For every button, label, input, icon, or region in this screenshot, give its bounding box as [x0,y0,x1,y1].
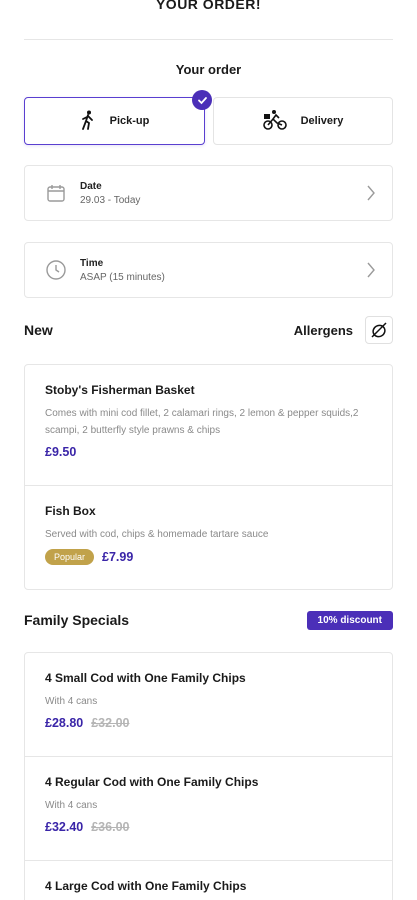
item-name: 4 Regular Cod with One Family Chips [45,775,259,789]
selected-check-icon [192,90,212,110]
chevron-right-icon [366,261,376,284]
item-description: Comes with mini cod fillet, 2 calamari r… [45,408,359,436]
popular-badge: Popular [45,549,95,565]
family-specials-header: Family Specials 10% discount [24,608,393,632]
chevron-right-icon [366,184,376,207]
new-items-card: Stoby's Fisherman Basket Comes with mini… [24,364,393,590]
date-label: Date [80,180,102,192]
menu-item[interactable]: Fish Box Served with cod, chips & homema… [25,486,392,589]
calendar-icon [45,182,67,204]
allergens-button[interactable] [365,316,393,344]
item-name: Fish Box [45,504,96,518]
item-old-price: £32.00 [91,716,130,730]
page-title: YOUR ORDER! [155,0,262,12]
item-price: £7.99 [102,550,134,564]
time-label: Time [80,257,104,269]
item-price: £9.50 [45,445,77,459]
discount-badge: 10% discount [306,610,393,630]
delivery-option[interactable]: Delivery [213,97,393,145]
new-section-title: New [24,322,53,338]
clock-icon [45,259,67,281]
pickup-option[interactable]: Pick-up [24,90,212,145]
family-specials-title: Family Specials [24,612,130,628]
item-name: 4 Small Cod with One Family Chips [45,671,246,685]
time-selector[interactable]: Time ASAP (15 minutes) [24,242,393,298]
header-divider [24,39,393,40]
item-old-price: £36.00 [91,820,130,834]
item-price: £32.40 [45,820,84,834]
item-name: 4 Large Cod with One Family Chips [45,879,247,893]
allergens-label: Allergens [293,322,353,338]
item-description: With 4 cans [45,800,98,811]
item-description: With 4 cans [45,696,98,707]
new-section-header: New Allergens [24,315,393,345]
item-description: Served with cod, chips & homemade tartar… [45,529,269,540]
menu-item[interactable]: 4 Large Cod with One Family Chips [25,861,392,900]
item-price: £28.80 [45,716,84,730]
time-value: ASAP (15 minutes) [80,271,165,283]
menu-item[interactable]: Stoby's Fisherman Basket Comes with mini… [25,365,392,486]
allergen-icon [371,322,387,338]
pickup-label: Pick-up [109,115,150,127]
delivery-label: Delivery [300,115,344,127]
menu-item[interactable]: 4 Small Cod with One Family Chips With 4… [25,653,392,757]
item-name: Stoby's Fisherman Basket [45,383,195,397]
walking-person-icon [80,110,96,133]
family-specials-card: 4 Small Cod with One Family Chips With 4… [24,652,393,900]
date-selector[interactable]: Date 29.03 - Today [24,165,393,221]
menu-item[interactable]: 4 Regular Cod with One Family Chips With… [25,757,392,861]
your-order-title: Your order [175,62,242,77]
date-value: 29.03 - Today [80,194,141,206]
cyclist-icon [262,109,287,134]
